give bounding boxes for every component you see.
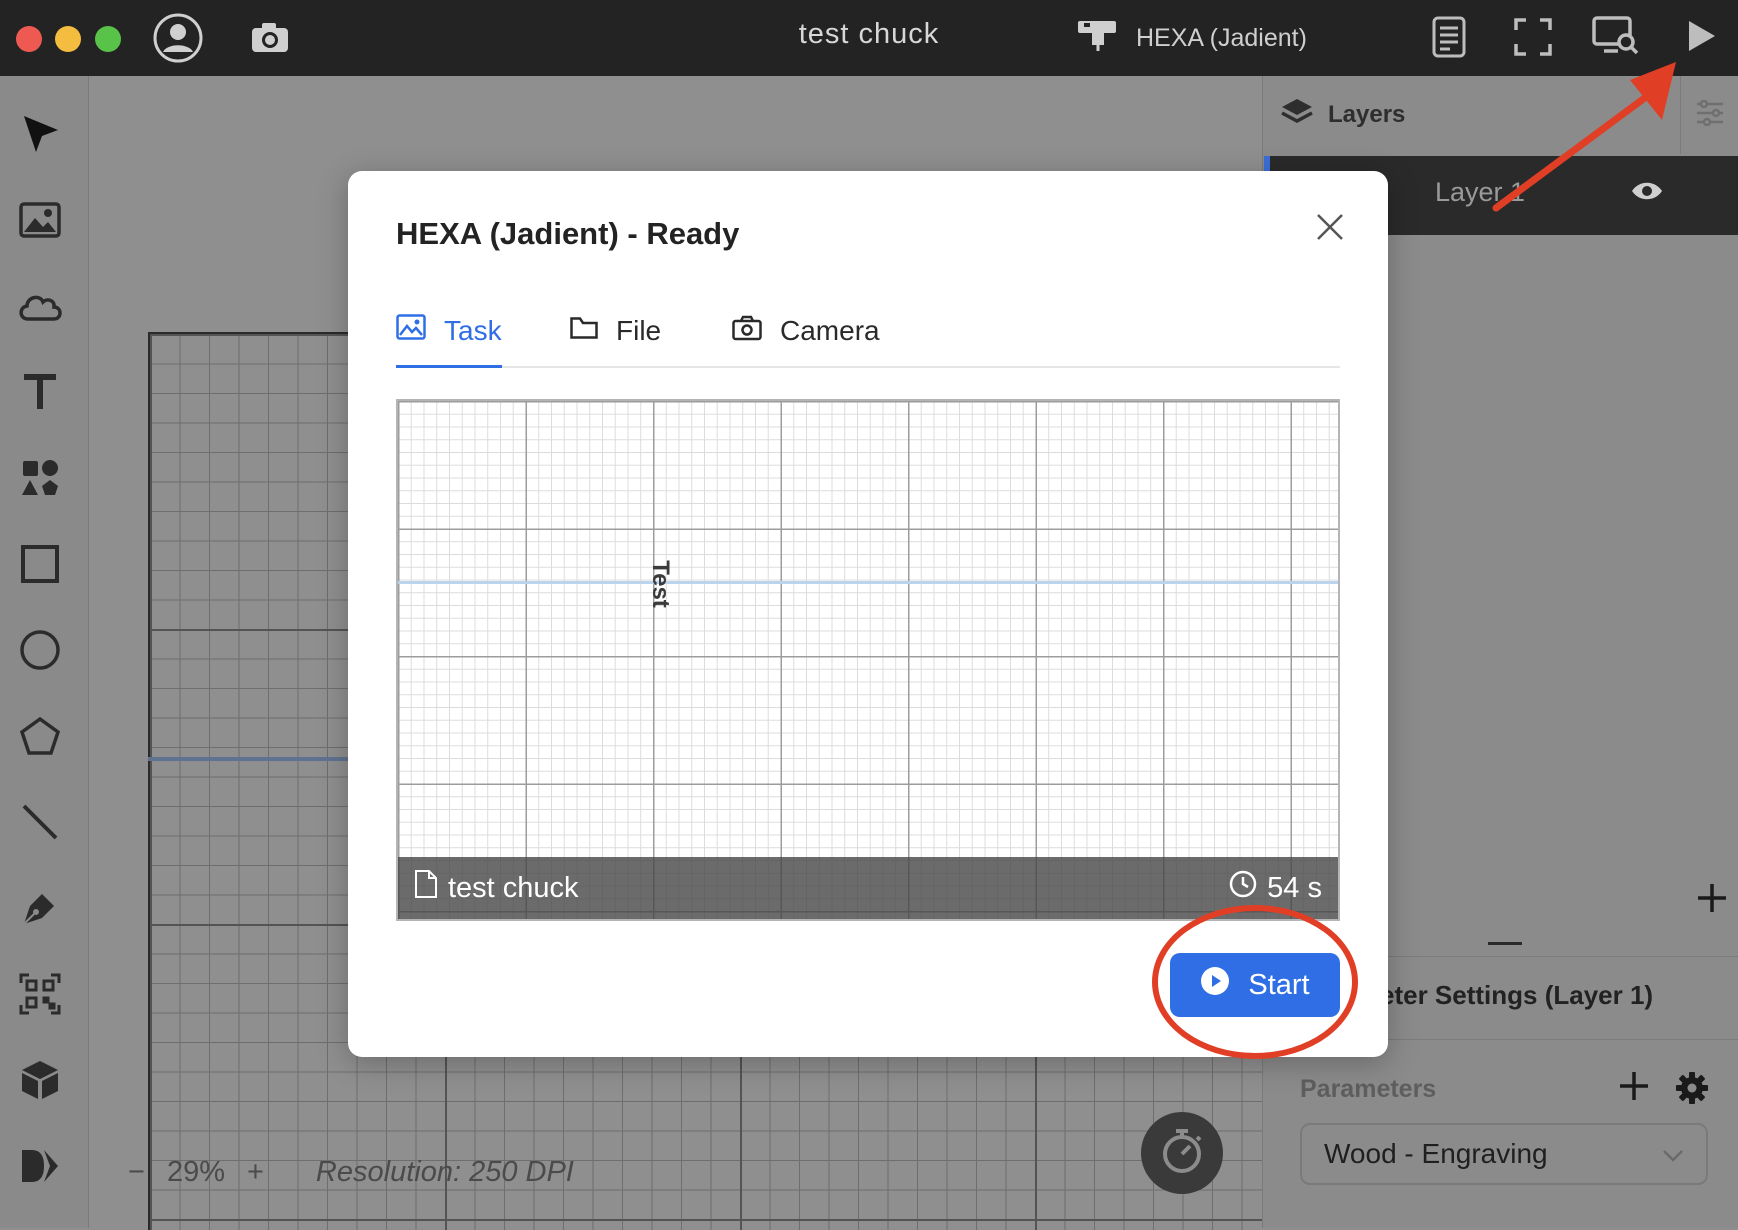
shapes-icon[interactable] [16, 454, 64, 502]
close-icon[interactable] [1314, 211, 1350, 247]
image-icon[interactable] [16, 196, 64, 244]
dxf-icon[interactable] [16, 1142, 64, 1190]
gear-icon[interactable] [1675, 1071, 1709, 1110]
preset-select[interactable]: Wood - Engraving [1300, 1123, 1708, 1185]
box-3d-icon[interactable] [16, 1056, 64, 1104]
laser-machine-icon [1076, 17, 1118, 60]
rectangle-icon[interactable] [16, 540, 64, 588]
parameter-settings-title: eter Settings (Layer 1) [1380, 980, 1654, 1010]
polygon-icon[interactable] [16, 712, 64, 760]
parameters-label: Parameters [1300, 1075, 1437, 1103]
clock-icon [1229, 870, 1257, 906]
highlight-circle-annotation [1152, 905, 1358, 1059]
preview-guide-line [398, 581, 1338, 584]
task-preview [396, 399, 1340, 921]
tool-sidebar [0, 76, 89, 1228]
pen-icon[interactable] [16, 884, 64, 932]
add-layer-button[interactable] [1694, 880, 1734, 920]
task-file-name: test chuck [448, 871, 579, 904]
ellipse-icon[interactable] [16, 626, 64, 674]
pointer-icon[interactable] [16, 110, 64, 158]
document-settings-icon[interactable] [1432, 16, 1466, 63]
layers-icon [1280, 97, 1314, 134]
image-icon [396, 314, 426, 347]
stopwatch-icon [1160, 1127, 1204, 1180]
camera-icon [732, 315, 762, 348]
preset-value: Wood - Engraving [1324, 1138, 1548, 1169]
qrcode-icon[interactable] [16, 970, 64, 1018]
arrow-annotation [1480, 50, 1700, 225]
zoom-level[interactable]: 29% [167, 1156, 225, 1189]
task-duration: 54 s [1267, 871, 1322, 904]
tab-file-label: File [616, 315, 662, 346]
dialog-title: HEXA (Jadient) - Ready [396, 216, 740, 251]
tab-task[interactable]: Task [396, 296, 502, 368]
line-icon[interactable] [16, 798, 64, 846]
tab-camera[interactable]: Camera [732, 296, 880, 366]
tab-task-label: Task [444, 314, 502, 346]
zoom-controls: − 29% + Resolution: 250 DPI [128, 1152, 574, 1192]
device-selector[interactable]: HEXA (Jadient) [1076, 18, 1307, 58]
zoom-out-button[interactable]: − [128, 1156, 145, 1189]
preview-footer: test chuck 54 s [398, 857, 1338, 919]
add-preset-icon[interactable] [1618, 1070, 1650, 1107]
window-title: test chuck [798, 18, 940, 50]
preview-design-text: Test [646, 560, 674, 608]
zoom-in-button[interactable]: + [247, 1156, 264, 1189]
dialog-tabs: Task File Camera [396, 296, 1340, 368]
resolution-label: Resolution: 250 DPI [315, 1155, 574, 1188]
tab-camera-label: Camera [780, 315, 880, 346]
text-icon[interactable] [16, 368, 64, 416]
device-name: HEXA (Jadient) [1136, 23, 1307, 52]
guide-line [148, 757, 348, 761]
time-estimate-button[interactable] [1141, 1112, 1223, 1194]
panel-resize-handle[interactable] [1488, 942, 1522, 945]
tab-file[interactable]: File [570, 296, 661, 366]
file-icon [414, 869, 438, 907]
cloud-icon[interactable] [16, 282, 64, 330]
chevron-down-icon [1662, 1138, 1684, 1170]
layers-title: Layers [1328, 101, 1406, 128]
folder-icon [570, 315, 598, 347]
